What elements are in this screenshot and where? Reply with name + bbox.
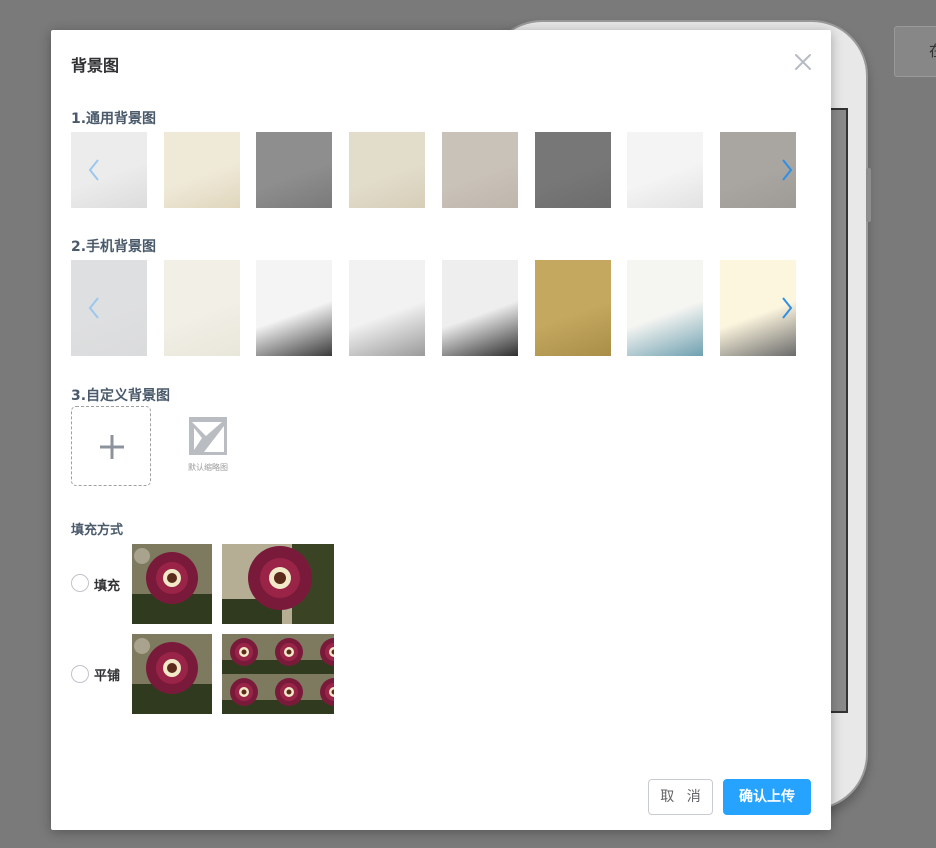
- common-thumbnail-white-waves[interactable]: [627, 132, 704, 208]
- common-thumbnail-dark-grey-linen[interactable]: [534, 132, 611, 208]
- background-image-dialog: 背景图 1.通用背景图 2.手机背景图 3.自定义背景图 默认缩略图 填充方式 …: [51, 30, 831, 830]
- fill-mode-title: 填充方式: [71, 523, 124, 538]
- tile-radio-label[interactable]: 平铺: [94, 665, 120, 684]
- dialog-title: 背景图: [71, 56, 120, 75]
- chevron-right-icon[interactable]: [779, 295, 795, 321]
- phone-side-button: [866, 168, 871, 222]
- cancel-button[interactable]: 取 消: [648, 779, 713, 815]
- tile-preview-source: [132, 634, 212, 714]
- plus-icon: [100, 435, 124, 459]
- add-custom-background-button[interactable]: [71, 406, 151, 486]
- mobile-thumbnail-gold-parchment[interactable]: [534, 260, 611, 356]
- section-title-custom: 3.自定义背景图: [71, 388, 171, 404]
- broken-image-icon: [189, 417, 227, 455]
- mobile-thumbnail-misty-mountains[interactable]: [349, 260, 426, 356]
- tile-preview-result: [222, 634, 334, 714]
- mobile-thumbnail-round-window-landscape[interactable]: [627, 260, 704, 356]
- section-title-mobile: 2.手机背景图: [71, 239, 157, 255]
- chevron-left-icon[interactable]: [86, 157, 102, 183]
- confirm-upload-button[interactable]: 确认上传: [723, 779, 811, 815]
- mobile-thumbnail-ink-wall-house[interactable]: [441, 260, 518, 356]
- default-thumbnail[interactable]: 默认缩略图: [182, 414, 234, 474]
- common-thumbnail-beige-parchment[interactable]: [349, 132, 426, 208]
- common-thumbnail-row: [71, 132, 798, 208]
- default-thumbnail-label: 默认缩略图: [188, 463, 228, 472]
- mobile-thumbnail-ink-wash-boat[interactable]: [256, 260, 333, 356]
- phone-screen: [828, 108, 848, 713]
- chevron-left-icon[interactable]: [86, 295, 102, 321]
- common-thumbnail-taupe-texture[interactable]: [441, 132, 518, 208]
- common-thumbnail-light-diamond-damask[interactable]: [71, 132, 147, 208]
- fill-radio-label[interactable]: 填充: [94, 575, 120, 594]
- close-icon[interactable]: [793, 52, 813, 72]
- mobile-thumbnail-plain-grey[interactable]: [71, 260, 147, 356]
- common-thumbnail-grey-mottled[interactable]: [256, 132, 333, 208]
- mobile-thumbnail-cream-paper[interactable]: [163, 260, 240, 356]
- common-thumbnail-cream-floral[interactable]: [163, 132, 240, 208]
- section-title-common: 1.通用背景图: [71, 111, 157, 127]
- background-button: 在: [894, 26, 936, 77]
- mobile-thumbnail-row: [71, 260, 798, 356]
- fill-preview-result: [222, 544, 334, 624]
- fill-radio[interactable]: [71, 574, 89, 592]
- tile-radio[interactable]: [71, 665, 89, 683]
- fill-preview-source: [132, 544, 212, 624]
- chevron-right-icon[interactable]: [779, 157, 795, 183]
